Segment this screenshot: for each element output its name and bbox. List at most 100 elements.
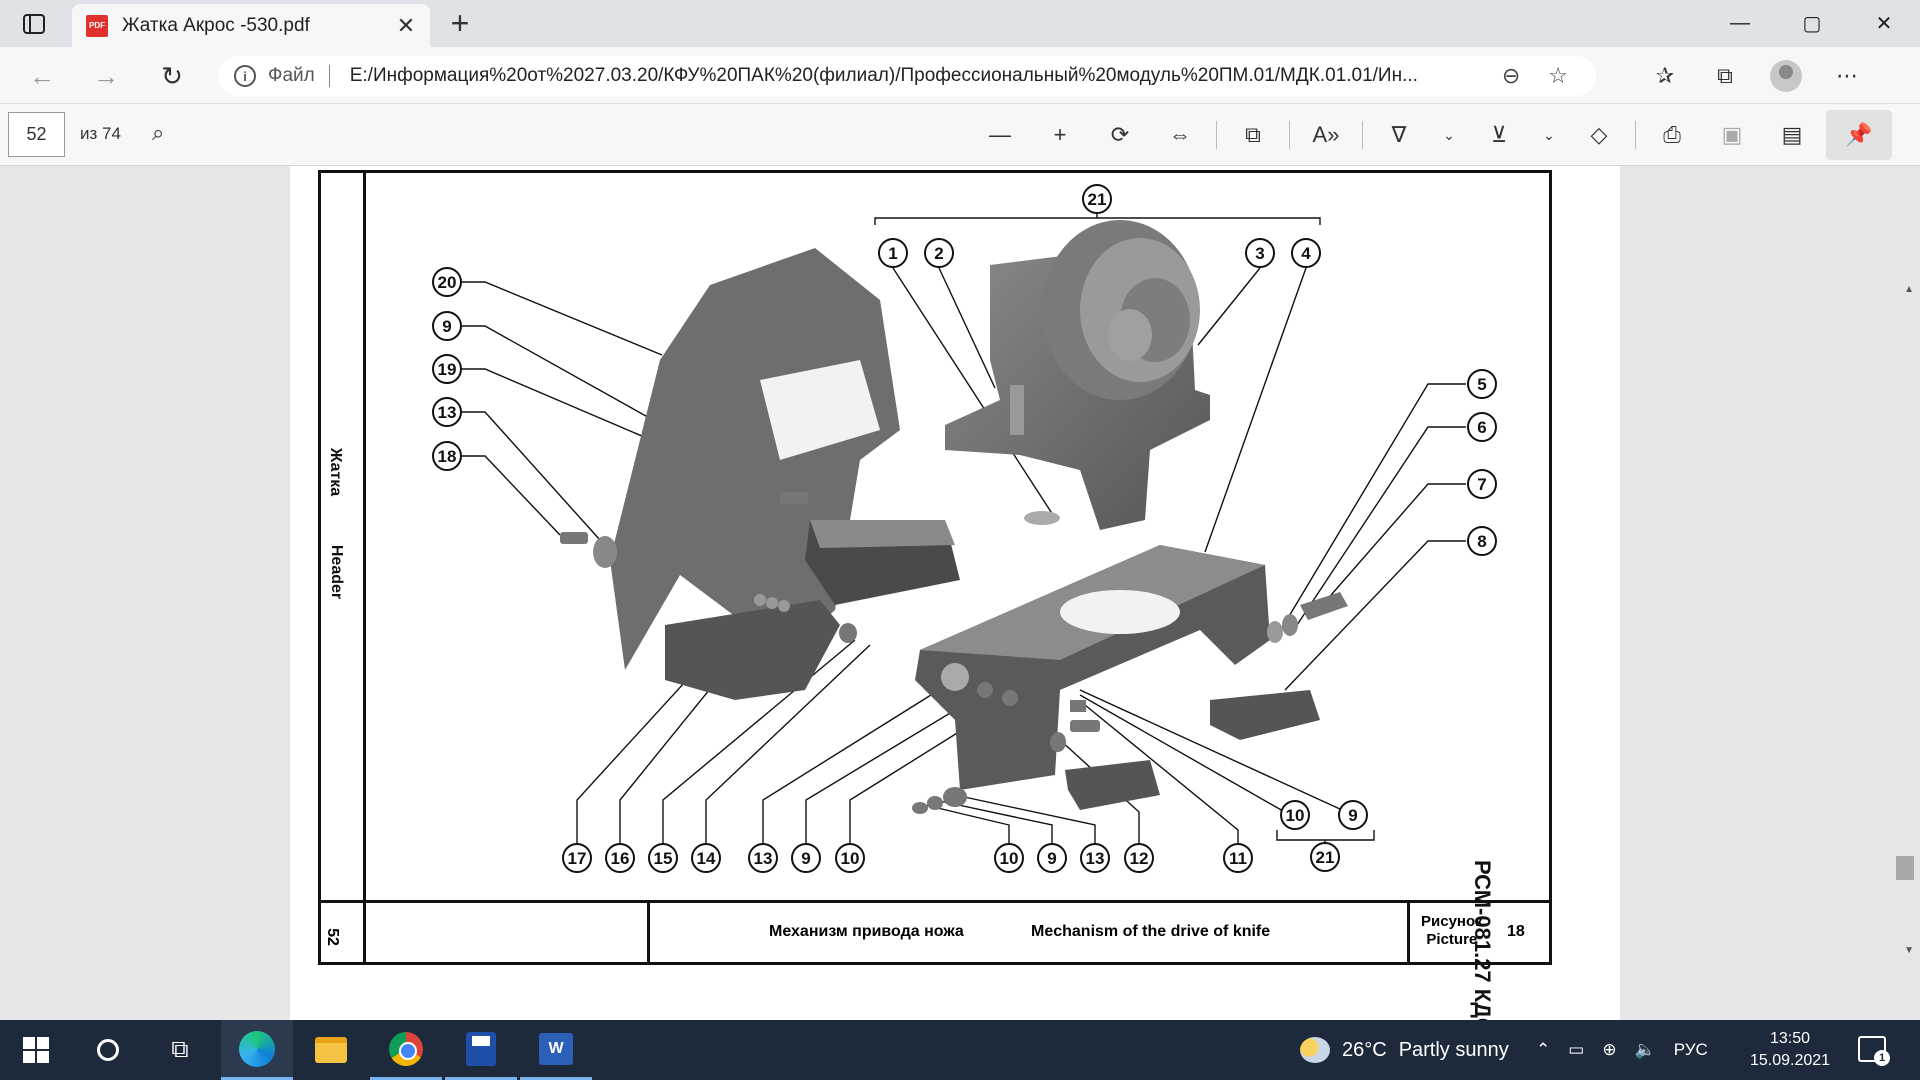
side-label-en: Header	[328, 544, 346, 600]
callout-21-top: 21	[1088, 190, 1107, 209]
browser-tab[interactable]: PDF Жатка Акрос -530.pdf ✕	[72, 4, 430, 47]
callout-3: 3	[1255, 244, 1264, 263]
weather-temp: 26°C	[1342, 1038, 1387, 1061]
rotate-icon[interactable]: ⟳	[1090, 122, 1150, 148]
chevron-up-icon[interactable]: ⌃	[1536, 1040, 1550, 1060]
taskbar-save-app[interactable]	[445, 1020, 517, 1080]
add-favorite-icon[interactable]: ☆	[1548, 63, 1568, 89]
callout-14: 14	[697, 849, 716, 868]
callout-7: 7	[1477, 475, 1486, 494]
notification-icon[interactable]: 1	[1858, 1036, 1890, 1066]
info-icon[interactable]: i	[234, 65, 256, 87]
battery-icon[interactable]: ▭	[1568, 1040, 1584, 1060]
zoom-in-icon[interactable]: +	[1030, 122, 1090, 148]
forward-button[interactable]: →	[86, 57, 126, 95]
taskbar-word[interactable]: W	[520, 1020, 592, 1080]
callout-4: 4	[1301, 244, 1311, 263]
read-aloud-icon[interactable]: A»	[1296, 122, 1356, 148]
language-indicator[interactable]: РУС	[1674, 1040, 1708, 1060]
highlight-dropdown-icon[interactable]: ⌄	[1529, 127, 1569, 144]
cortana-button[interactable]	[72, 1020, 144, 1080]
toolbar-divider	[1635, 121, 1636, 149]
side-label-ru: Жатка	[327, 447, 345, 497]
collections-icon[interactable]: ⧉	[1710, 63, 1740, 89]
clock-date: 15.09.2021	[1749, 1052, 1831, 1069]
refresh-button[interactable]: ↻	[152, 57, 192, 95]
bolts-right	[1267, 592, 1348, 643]
tab-actions-button[interactable]	[18, 10, 50, 38]
protocol-label: Файл	[268, 65, 315, 86]
title-block: 52 Механизм привода ножа Mechanism of th…	[321, 900, 1549, 962]
search-icon[interactable]: ⌕	[152, 120, 164, 146]
url-text[interactable]: E:/Информация%20от%2027.03.20/КФУ%20ПАК%…	[350, 65, 1510, 87]
profile-avatar[interactable]	[1770, 60, 1802, 92]
new-tab-button[interactable]: +	[442, 7, 478, 39]
clock-time: 13:50	[1769, 1030, 1811, 1047]
callout-11: 11	[1229, 849, 1247, 868]
back-button[interactable]: ←	[22, 57, 62, 95]
windows-icon	[23, 1037, 49, 1063]
more-menu-icon[interactable]: ⋯	[1832, 63, 1862, 89]
weather-icon	[1300, 1037, 1330, 1063]
chrome-icon	[389, 1031, 423, 1066]
callout-2: 2	[934, 244, 943, 263]
bracket-small	[665, 600, 840, 700]
tab-close-icon[interactable]: ✕	[396, 13, 416, 39]
callout-21-bottom: 21	[1316, 848, 1335, 867]
zoom-out-icon[interactable]: —	[970, 122, 1030, 148]
draw-icon[interactable]: ∇	[1369, 122, 1429, 148]
window-controls: — ▢ ✕	[1704, 0, 1920, 47]
callout-6: 6	[1477, 418, 1486, 437]
weather-widget[interactable]: 26°C Partly sunny	[1300, 1020, 1509, 1080]
callout-19: 19	[438, 360, 457, 379]
omnibox[interactable]: i Файл E:/Информация%20от%2027.03.20/КФУ…	[218, 56, 1596, 96]
pin-toolbar-icon[interactable]: 📌	[1826, 110, 1892, 160]
callout-16: 16	[611, 849, 630, 868]
scrollbar-thumb[interactable]	[1896, 856, 1914, 880]
volume-icon[interactable]: 🔈	[1635, 1040, 1656, 1060]
scroll-up-icon[interactable]: ▲	[1904, 284, 1914, 295]
cover-plate	[610, 248, 900, 670]
zoom-out-icon[interactable]: ⊖	[1502, 63, 1520, 89]
draw-dropdown-icon[interactable]: ⌄	[1429, 127, 1469, 144]
floppy-icon	[466, 1031, 496, 1066]
favorites-icon[interactable]: ✰	[1650, 63, 1680, 89]
callout-9: 9	[442, 317, 451, 336]
minimize-button[interactable]: —	[1704, 0, 1776, 47]
callout-13: 13	[754, 849, 773, 868]
system-tray: ⌃ ▭ ⊕ 🔈 РУС	[1536, 1020, 1708, 1080]
frame-side-strip: Жатка Header	[321, 173, 366, 962]
callout-15: 15	[654, 849, 673, 868]
taskbar-chrome[interactable]	[370, 1020, 442, 1080]
clock[interactable]: 13:50 15.09.2021	[1740, 1028, 1840, 1072]
taskbar-explorer[interactable]	[295, 1020, 367, 1080]
omnibox-separator	[328, 65, 330, 87]
callout-13: 13	[438, 403, 457, 422]
taskbar-edge[interactable]	[221, 1020, 293, 1080]
network-icon[interactable]: ⊕	[1602, 1040, 1616, 1060]
address-bar: ← → ↻ i Файл E:/Информация%20от%2027.03.…	[0, 47, 1920, 104]
save-as-icon[interactable]: ▤	[1762, 122, 1822, 148]
toolbar-divider	[1362, 121, 1363, 149]
title-block-divider	[647, 903, 650, 962]
page-number-label: 52	[323, 928, 341, 946]
callout-9: 9	[1348, 806, 1357, 825]
save-icon[interactable]: ▣	[1702, 122, 1762, 148]
maximize-button[interactable]: ▢	[1776, 0, 1848, 47]
page-number-input[interactable]: 52	[8, 112, 65, 157]
eraser-icon[interactable]: ◇	[1569, 122, 1629, 148]
task-view-button[interactable]: ⧉	[144, 1020, 216, 1080]
callout-10: 10	[1000, 849, 1019, 868]
callout-9: 9	[801, 849, 810, 868]
page-count: из 74	[80, 124, 121, 143]
pdf-toolbar: 52 из 74 ⌕ — + ⟳ ⇔ ⧉ A» ∇ ⌄ ⊻ ⌄ ◇ ⎙ ▣ ▤ …	[0, 104, 1920, 166]
start-button[interactable]	[0, 1020, 72, 1080]
page-view-icon[interactable]: ⧉	[1223, 122, 1283, 148]
highlight-icon[interactable]: ⊻	[1469, 122, 1529, 148]
fit-width-icon[interactable]: ⇔	[1150, 122, 1210, 148]
close-window-button[interactable]: ✕	[1848, 0, 1920, 47]
scroll-down-icon[interactable]: ▼	[1904, 945, 1914, 956]
print-icon[interactable]: ⎙	[1642, 122, 1702, 148]
word-icon: W	[539, 1032, 573, 1065]
pdf-icon: PDF	[86, 14, 108, 37]
